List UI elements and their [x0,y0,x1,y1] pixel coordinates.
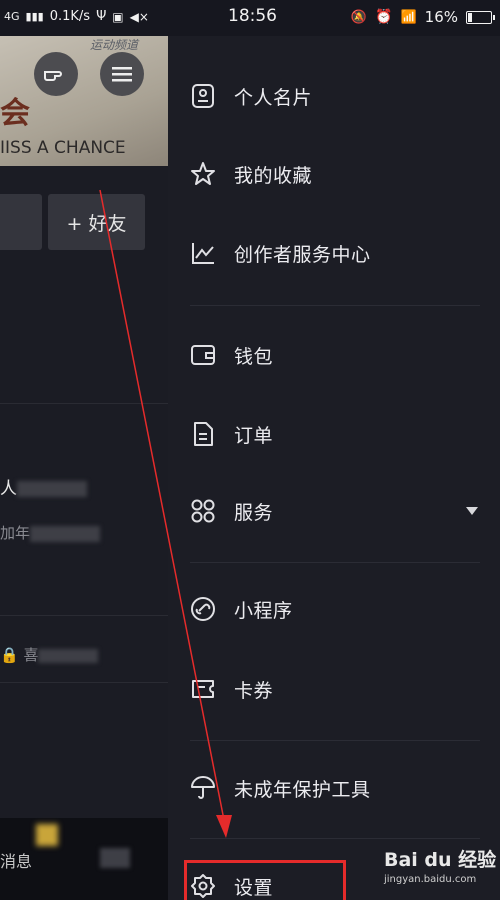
menu-item-services[interactable]: 服务 [168,483,500,539]
menu-item-minor-protection[interactable]: 未成年保护工具 [168,760,500,816]
divider [190,838,480,839]
hamburger-icon [112,67,132,82]
divider [190,740,480,741]
umbrella-icon [190,775,216,801]
hand-point-icon [44,71,62,81]
blurred-text [100,848,130,868]
banner-title: 会 [0,96,30,131]
wifi-icon: 📶 [400,9,417,25]
menu-label: 小程序 [234,599,293,622]
document-icon [190,421,216,447]
grid-icon [190,498,216,524]
menu-label: 服务 [234,501,274,524]
menu-item-wallet[interactable]: 钱包 [168,327,500,383]
banner-slogan: IISS A CHANCE [0,138,126,158]
chevron-down-icon[interactable] [466,507,478,515]
profile-text-1: 人 [0,474,87,499]
alarm-icon: ⏰ [375,9,393,25]
menu-label: 创作者服务中心 [234,243,371,266]
status-right: 🔕 ⏰ 📶 16% [350,8,495,26]
edit-profile-button[interactable] [0,194,42,250]
divider [0,615,168,616]
nav-messages[interactable]: 消息 [0,848,32,872]
profile-banner: 运动频道 会 IISS A CHANCE [0,36,168,166]
menu-label: 未成年保护工具 [234,778,371,801]
background-profile-page: 运动频道 会 IISS A CHANCE + 好友 人 加年 🔒 喜 消息 [0,0,168,900]
menu-item-creator-center[interactable]: 创作者服务中心 [168,225,500,281]
notification-icon: ▣ [112,9,124,24]
id-card-icon [190,83,216,109]
battery-percent: 16% [424,8,458,26]
status-bar: 4G ▮▮▮ 0.1K/s Ψ ▣ ◀× 18:56 🔕 ⏰ 📶 16% [0,0,500,36]
bottom-nav: 消息 [0,818,168,900]
menu-label: 钱包 [234,345,274,368]
divider [190,305,480,306]
battery-icon [466,10,495,24]
lock-icon: 🔒 [0,646,24,664]
baidu-watermark: Bai du 经验 jingyan.baidu.com [384,845,496,885]
divider [0,682,168,683]
blurred-text [17,481,87,497]
blurred-text [38,648,99,663]
menu-label: 卡券 [234,679,274,702]
battery-fill [468,12,472,22]
ticket-icon [190,676,216,702]
settings-highlight-box [184,860,346,900]
like-button[interactable] [34,52,78,96]
signal-icon: ▮▮▮ [25,10,44,23]
baidu-site: jingyan.baidu.com [384,874,477,885]
chart-icon [190,240,216,266]
menu-label: 个人名片 [234,86,313,109]
menu-item-mini-programs[interactable]: 小程序 [168,581,500,637]
clock: 18:56 [228,6,277,26]
profile-text-2: 加年 [0,522,101,543]
divider [190,562,480,563]
wallet-icon [190,342,216,368]
notification-dot [36,824,58,846]
menu-item-orders[interactable]: 订单 [168,406,500,462]
side-drawer: 个人名片 我的收藏 创作者服务中心 钱包 订单 服务 小程序 卡券 未成年保护工… [168,0,500,900]
menu-item-business-card[interactable]: 个人名片 [168,68,500,124]
menu-label: 订单 [234,424,274,447]
divider [0,403,168,404]
menu-item-favorites[interactable]: 我的收藏 [168,146,500,202]
silent-icon: 🔕 [350,9,368,25]
status-left: 4G ▮▮▮ 0.1K/s Ψ ▣ ◀× [4,9,149,24]
add-friend-button[interactable]: + 好友 [48,194,145,250]
likes-label: 喜 [23,646,39,664]
menu-button[interactable] [100,52,144,96]
menu-label: 我的收藏 [234,164,313,187]
banner-watermark: 运动频道 [90,38,139,52]
link-icon [190,596,216,622]
blurred-text [30,525,101,542]
baidu-logo: Bai du 经验 [384,849,497,871]
profile-name: 人 [0,479,17,499]
star-icon [190,161,216,187]
profile-info: 加年 [0,524,31,542]
network-type: 4G [4,10,20,23]
net-speed: 0.1K/s [49,9,91,24]
mute-icon: ◀× [129,9,149,24]
usb-icon: Ψ [96,9,107,24]
menu-item-coupons[interactable]: 卡券 [168,661,500,717]
profile-likes: 🔒 喜 [0,644,99,665]
